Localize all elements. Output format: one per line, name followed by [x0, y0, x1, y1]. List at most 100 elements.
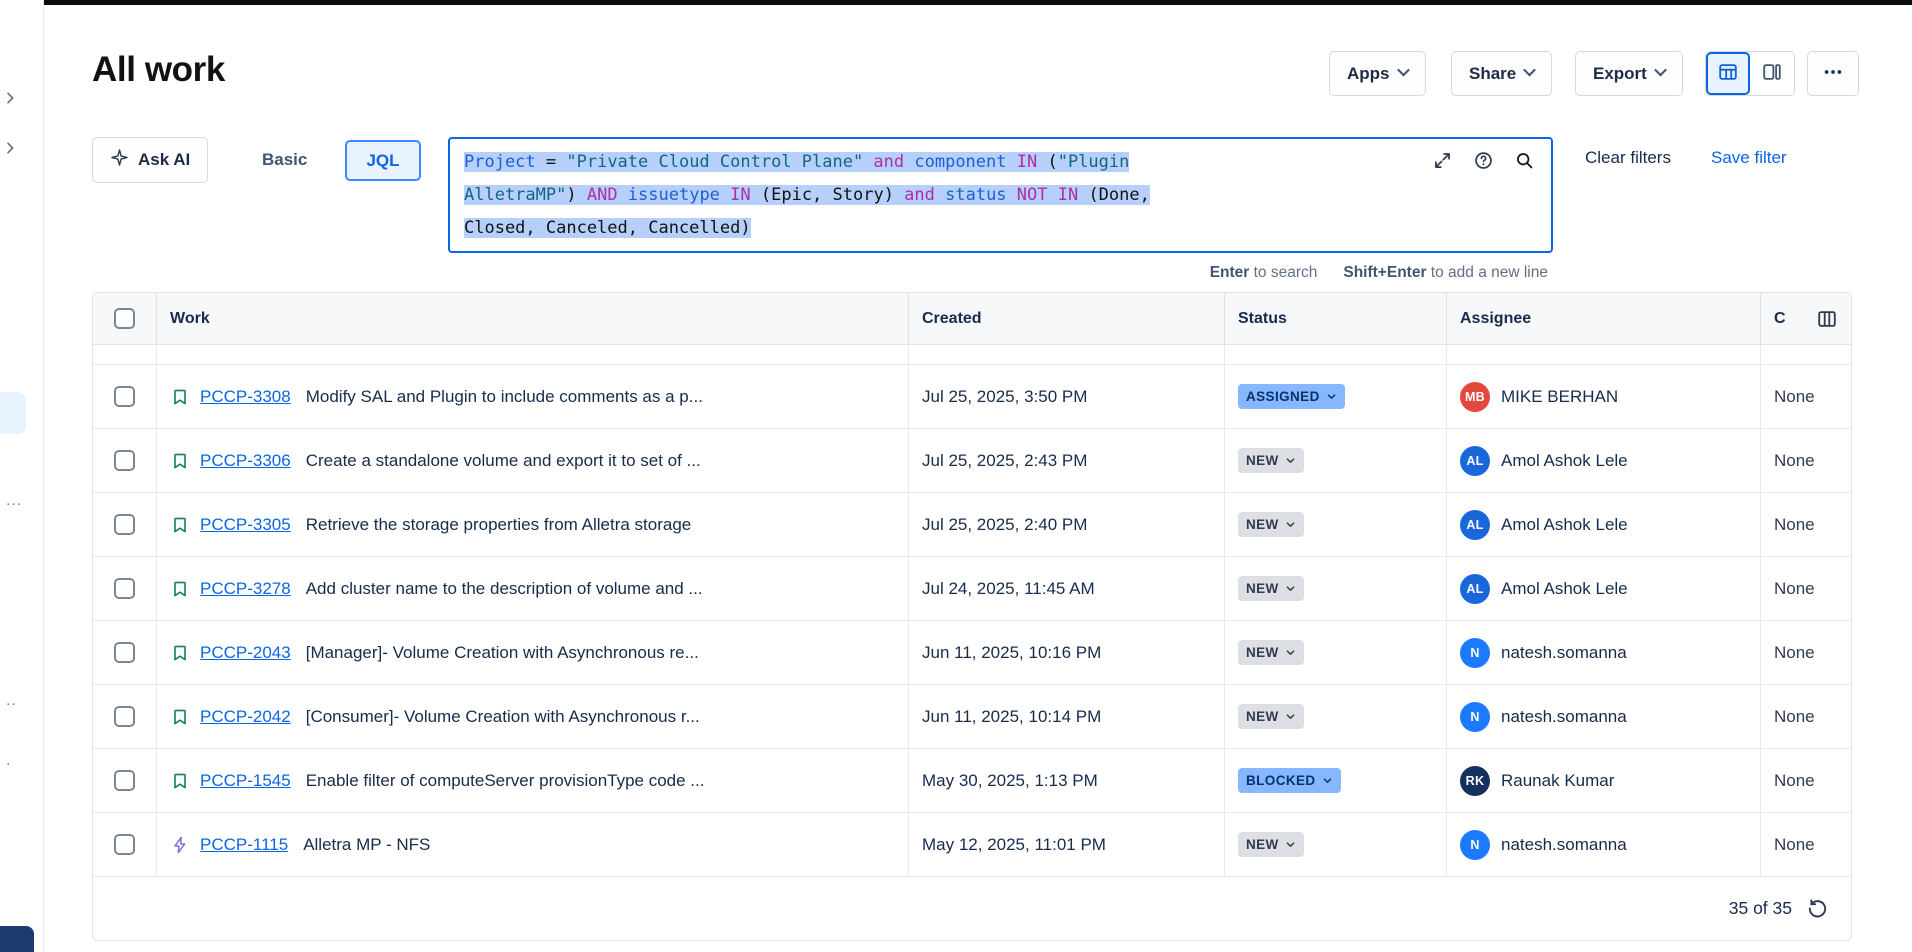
help-icon[interactable]: [1473, 150, 1494, 171]
table-row: PCCP-1545 Enable filter of computeServer …: [93, 749, 1851, 813]
issue-key-link[interactable]: PCCP-2042: [200, 707, 291, 727]
chevron-down-icon: [1285, 519, 1296, 530]
ask-ai-button[interactable]: Ask AI: [92, 137, 208, 183]
status-badge[interactable]: NEW: [1238, 704, 1304, 729]
row-checkbox[interactable]: [114, 770, 135, 791]
assignee-name: MIKE BERHAN: [1501, 387, 1618, 407]
work-table: Work Created Status Assignee C: [92, 292, 1852, 941]
detail-view-button[interactable]: [1750, 52, 1794, 95]
chevron-right-icon[interactable]: [2, 140, 18, 161]
clear-filters-button[interactable]: Clear filters: [1585, 148, 1671, 168]
comments-value: None: [1774, 515, 1815, 535]
status-badge[interactable]: NEW: [1238, 512, 1304, 537]
issue-key-link[interactable]: PCCP-1545: [200, 771, 291, 791]
story-icon: [170, 451, 190, 471]
issue-summary[interactable]: Add cluster name to the description of v…: [306, 579, 703, 599]
status-badge[interactable]: BLOCKED: [1238, 768, 1341, 793]
issue-key-link[interactable]: PCCP-1115: [200, 835, 288, 855]
created-cell: Jul 25, 2025, 3:50 PM: [909, 365, 1225, 428]
column-header-work[interactable]: Work: [157, 293, 909, 344]
chevron-down-icon: [1322, 775, 1333, 786]
row-checkbox[interactable]: [114, 386, 135, 407]
status-badge[interactable]: NEW: [1238, 576, 1304, 601]
story-icon: [170, 771, 190, 791]
jql-token: IN: [1007, 152, 1048, 172]
chevron-down-icon: [1326, 391, 1337, 402]
select-all-checkbox[interactable]: [114, 308, 135, 329]
row-checkbox[interactable]: [114, 450, 135, 471]
share-button[interactable]: Share: [1451, 51, 1552, 96]
column-header-created[interactable]: Created: [909, 293, 1225, 344]
issue-key-link[interactable]: PCCP-3278: [200, 579, 291, 599]
column-header-status[interactable]: Status: [1225, 293, 1447, 344]
search-icon[interactable]: [1514, 150, 1535, 171]
created-date: Jul 24, 2025, 11:45 AM: [922, 579, 1095, 599]
status-badge[interactable]: NEW: [1238, 640, 1304, 665]
table-row: PCCP-2042 [Consumer]- Volume Creation wit…: [93, 685, 1851, 749]
status-label: NEW: [1246, 837, 1279, 852]
more-actions-button[interactable]: [1807, 51, 1859, 96]
sidebar-active-item[interactable]: [0, 392, 26, 434]
created-cell: Jul 24, 2025, 11:45 AM: [909, 557, 1225, 620]
collapsed-sidebar: ... .. .: [0, 0, 44, 952]
expand-icon[interactable]: [1432, 150, 1453, 171]
status-cell: NEW: [1225, 557, 1447, 620]
jql-editor[interactable]: Project = "Private Cloud Control Plane" …: [448, 137, 1553, 253]
columns-settings-icon[interactable]: [1816, 308, 1838, 330]
status-badge[interactable]: NEW: [1238, 832, 1304, 857]
ellipsis-icon: [1822, 61, 1844, 86]
status-badge[interactable]: ASSIGNED: [1238, 384, 1345, 409]
ask-ai-label: Ask AI: [138, 150, 190, 170]
mode-jql-button[interactable]: JQL: [345, 140, 421, 181]
jql-line: AlletraMP") AND issuetype IN (Epic, Stor…: [464, 179, 1537, 212]
created-date: May 12, 2025, 11:01 PM: [922, 835, 1106, 855]
issue-summary[interactable]: [Consumer]- Volume Creation with Asynchr…: [306, 707, 700, 727]
row-count: 35 of 35: [1729, 898, 1792, 919]
jql-line: Project = "Private Cloud Control Plane" …: [464, 146, 1537, 179]
created-cell: Jul 25, 2025, 2:40 PM: [909, 493, 1225, 556]
issue-summary[interactable]: Create a standalone volume and export it…: [306, 451, 701, 471]
issue-summary[interactable]: [Manager]- Volume Creation with Asynchro…: [306, 643, 699, 663]
table-view-icon: [1717, 61, 1739, 86]
table-row: PCCP-3308 Modify SAL and Plugin to includ…: [93, 365, 1851, 429]
avatar: AL: [1460, 510, 1490, 540]
status-cell: BLOCKED: [1225, 749, 1447, 812]
jql-selection: Closed, Canceled, Cancelled): [464, 218, 751, 238]
status-badge[interactable]: NEW: [1238, 448, 1304, 473]
jql-token: and: [863, 152, 914, 172]
chevron-right-icon[interactable]: [2, 90, 18, 111]
row-checkbox[interactable]: [114, 514, 135, 535]
work-cell: PCCP-2043 [Manager]- Volume Creation with…: [157, 621, 909, 684]
main-content: All work Apps Share Export: [44, 0, 1912, 952]
comments-cell: None: [1761, 621, 1851, 684]
table-body: PCCP-3308 Modify SAL and Plugin to includ…: [93, 365, 1851, 877]
export-button-label: Export: [1593, 64, 1647, 84]
mode-basic-button[interactable]: Basic: [250, 137, 319, 183]
issue-key-link[interactable]: PCCP-3305: [200, 515, 291, 535]
column-label: C: [1774, 310, 1786, 328]
hint-shift-key: Shift+Enter: [1343, 264, 1426, 281]
issue-key-link[interactable]: PCCP-2043: [200, 643, 291, 663]
save-filter-link[interactable]: Save filter: [1711, 148, 1787, 168]
sidebar-item-partial: ...: [6, 492, 22, 510]
issue-summary[interactable]: Alletra MP - NFS: [303, 835, 430, 855]
column-header-comments[interactable]: C: [1761, 293, 1851, 344]
issue-summary[interactable]: Retrieve the storage properties from All…: [306, 515, 692, 535]
column-label: Work: [170, 310, 210, 328]
issue-summary[interactable]: Modify SAL and Plugin to include comment…: [306, 387, 703, 407]
row-checkbox[interactable]: [114, 706, 135, 727]
apps-button[interactable]: Apps: [1329, 51, 1426, 96]
row-checkbox[interactable]: [114, 578, 135, 599]
assignee-name: natesh.somanna: [1501, 707, 1627, 727]
issue-key-link[interactable]: PCCP-3308: [200, 387, 291, 407]
work-cell: PCCP-1545 Enable filter of computeServer …: [157, 749, 909, 812]
issue-key-link[interactable]: PCCP-3306: [200, 451, 291, 471]
list-view-button[interactable]: [1706, 52, 1750, 95]
row-checkbox[interactable]: [114, 642, 135, 663]
row-checkbox[interactable]: [114, 834, 135, 855]
column-header-assignee[interactable]: Assignee: [1447, 293, 1761, 344]
refresh-icon[interactable]: [1806, 897, 1829, 920]
export-button[interactable]: Export: [1575, 51, 1683, 96]
issue-summary[interactable]: Enable filter of computeServer provision…: [306, 771, 705, 791]
jql-token: (Epic, Story): [761, 185, 894, 205]
